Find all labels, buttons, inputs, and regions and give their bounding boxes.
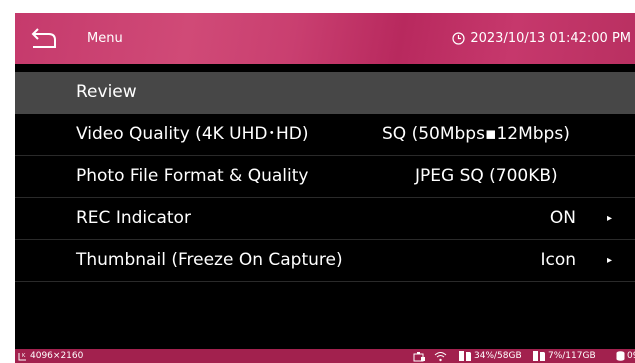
svg-text:K: K	[22, 353, 26, 359]
menu-item-video-quality[interactable]: Video Quality (4K UHD･HD) SQ (50Mbps▪12M…	[15, 114, 635, 156]
back-arrow-icon	[31, 27, 56, 48]
datetime-text: 2023/10/13 01:42:00 PM	[470, 31, 631, 46]
menu-item-label: Review	[76, 82, 137, 102]
wifi-icon	[434, 351, 447, 361]
storage-slot-2: 7%/117GB	[533, 349, 596, 363]
clock-icon	[452, 32, 465, 45]
camera-lock-icon	[413, 351, 425, 361]
storage-slot-3: 09	[616, 349, 635, 363]
resolution-icon: K	[18, 353, 26, 361]
menu-item-thumbnail[interactable]: Thumbnail (Freeze On Capture) Icon ▸	[15, 240, 635, 282]
menu-item-label: Thumbnail (Freeze On Capture)	[76, 250, 343, 270]
menu-title: Menu	[87, 31, 123, 46]
menu-list: Review Video Quality (4K UHD･HD) SQ (50M…	[15, 72, 635, 282]
menu-item-review[interactable]: Review	[15, 72, 635, 114]
storage-2-text: 7%/117GB	[548, 351, 596, 361]
resolution-text: 4096×2160	[30, 351, 84, 361]
back-button[interactable]	[15, 13, 73, 64]
menu-item-value: SQ (50Mbps▪12Mbps)	[382, 124, 570, 144]
menu-item-value: JPEG SQ (700KB)	[415, 166, 558, 186]
datetime-display: 2023/10/13 01:42:00 PM	[452, 13, 631, 64]
storage-1-text: 34%/58GB	[474, 351, 522, 361]
menu-item-label: Video Quality (4K UHD･HD)	[76, 124, 309, 144]
menu-item-photo-format[interactable]: Photo File Format & Quality JPEG SQ (700…	[15, 156, 635, 198]
menu-item-rec-indicator[interactable]: REC Indicator ON ▸	[15, 198, 635, 240]
status-bar: K 4096×2160 34%/58GB 7%/117GB 0	[15, 349, 635, 363]
status-icons	[413, 349, 447, 363]
header-bar: Menu 2023/10/13 01:42:00 PM	[15, 13, 635, 64]
submenu-arrow-icon: ▸	[606, 255, 612, 266]
menu-item-value: Icon	[540, 250, 576, 270]
menu-item-label: REC Indicator	[76, 208, 191, 228]
resolution-indicator: K 4096×2160	[18, 349, 83, 363]
app-frame: Menu 2023/10/13 01:42:00 PM Review Video…	[15, 13, 635, 363]
menu-item-value: ON	[549, 208, 576, 228]
menu-item-label: Photo File Format & Quality	[76, 166, 309, 186]
submenu-arrow-icon: ▸	[606, 213, 612, 224]
sd-card-1-icon	[459, 351, 471, 361]
storage-3-text: 09	[627, 351, 635, 361]
storage-slot-1: 34%/58GB	[459, 349, 522, 363]
database-icon	[616, 351, 625, 361]
sd-card-2-icon	[533, 351, 545, 361]
